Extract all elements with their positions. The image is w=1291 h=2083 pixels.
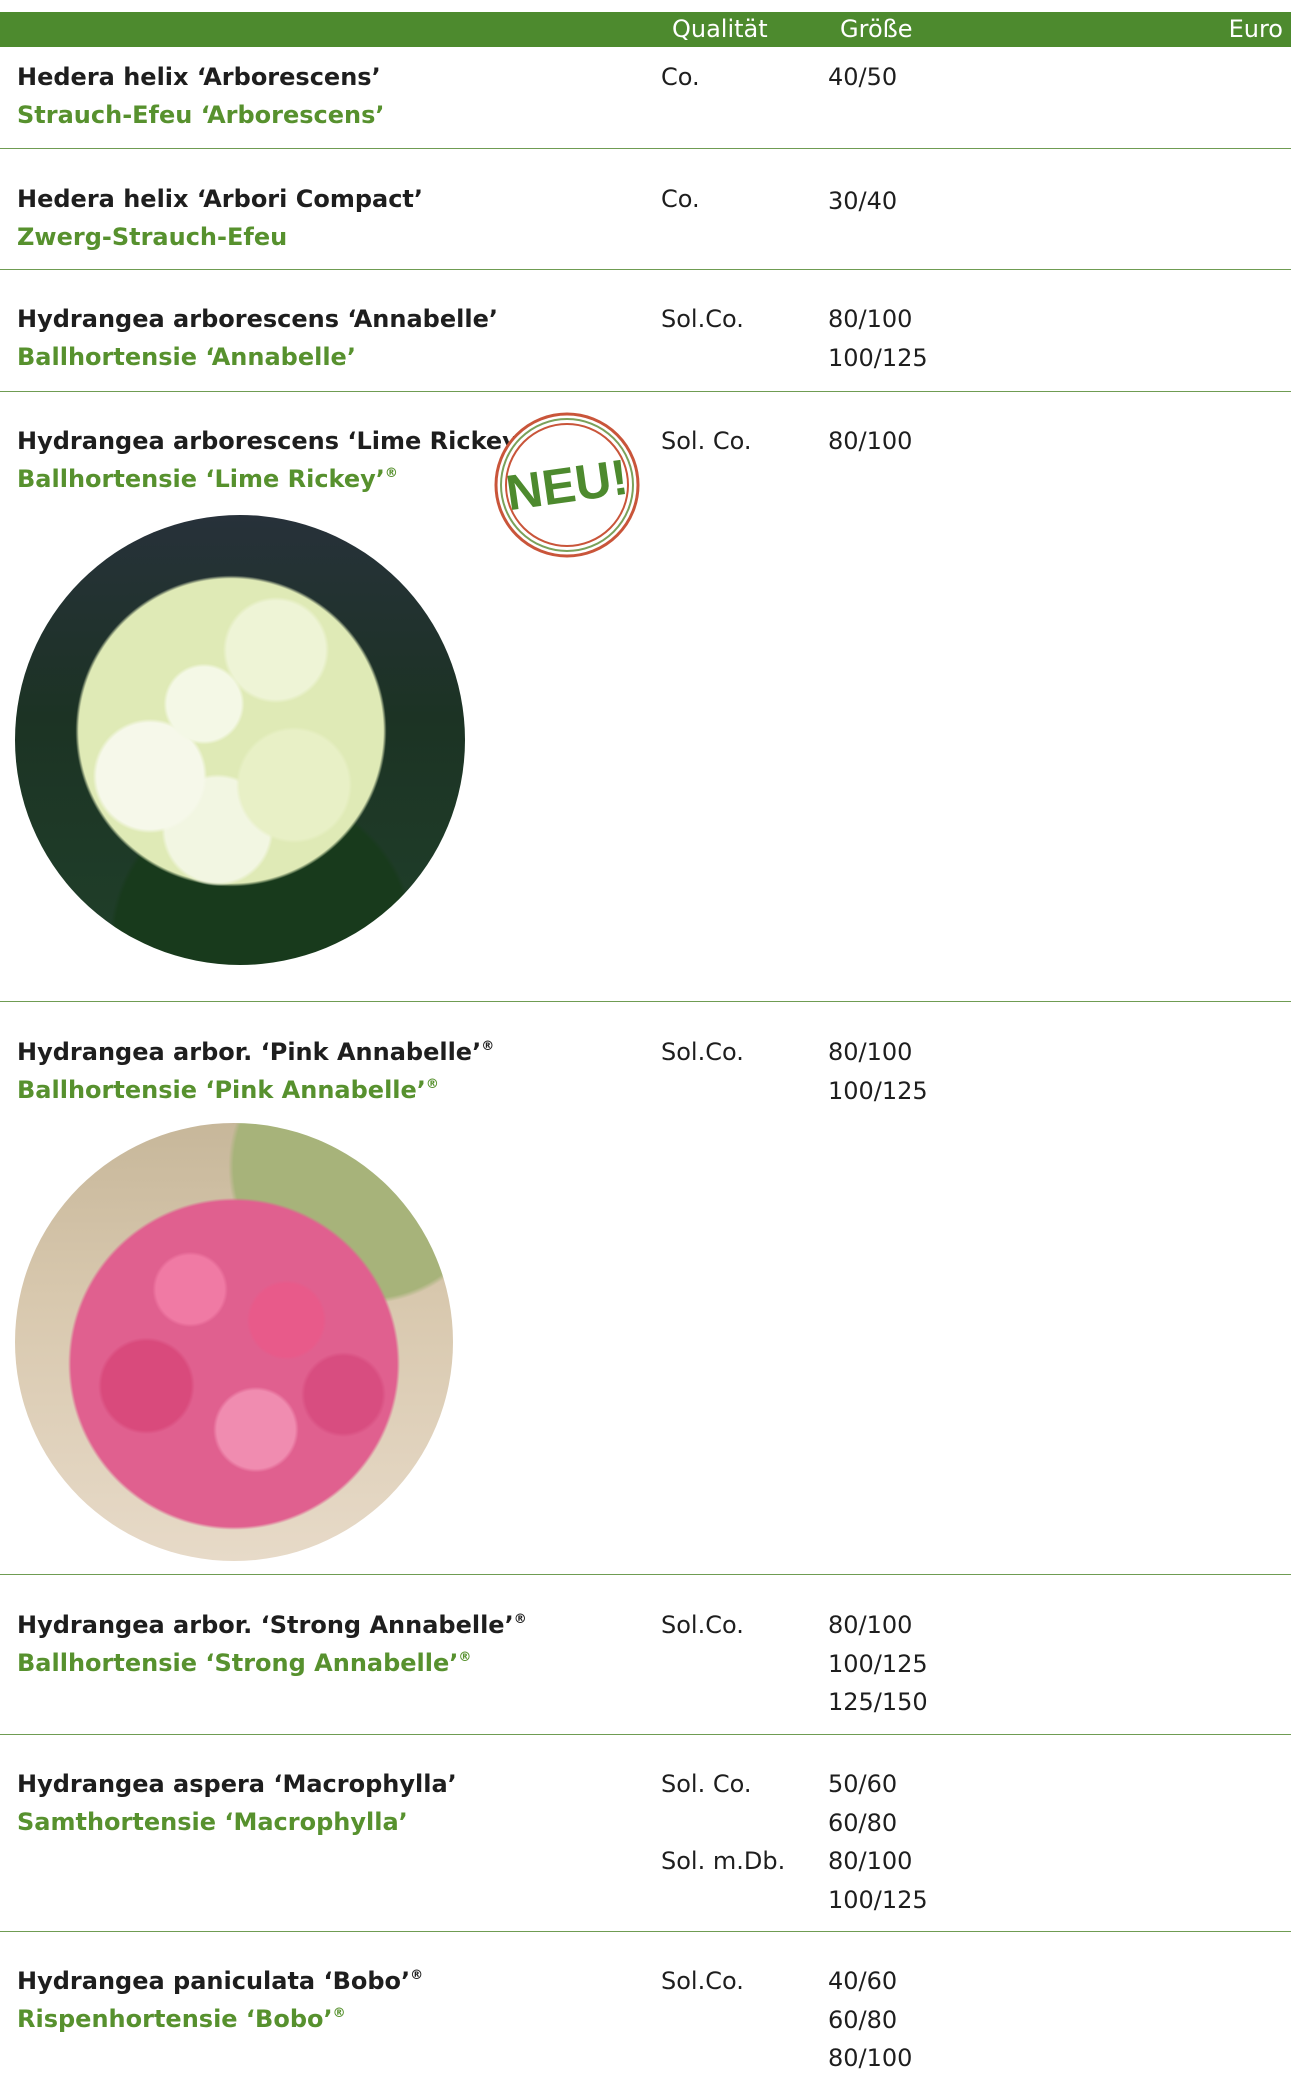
size-value: 40/50 bbox=[828, 63, 898, 91]
price-list-page: Qualität Größe Euro Hedera helix ‘Arbore… bbox=[0, 0, 1291, 2083]
size-value: 125/150 bbox=[828, 1688, 928, 1716]
row-divider bbox=[0, 1574, 1291, 1575]
common-name: Ballhortensie ‘Lime Rickey’® bbox=[17, 465, 398, 493]
quality-value: Sol.Co. bbox=[661, 1038, 744, 1066]
size-value: 80/100 bbox=[828, 1847, 913, 1875]
registered-mark: ® bbox=[481, 1039, 495, 1054]
price-column-header: Euro bbox=[1228, 15, 1283, 43]
quality-value: Sol.Co. bbox=[661, 1967, 744, 1995]
size-value: 80/100 bbox=[828, 2044, 913, 2072]
size-value: 80/100 bbox=[828, 1038, 913, 1066]
size-value: 80/100 bbox=[828, 1611, 913, 1639]
size-value: 100/125 bbox=[828, 1649, 928, 1678]
botanical-name: Hydrangea arbor. ‘Strong Annabelle’® bbox=[17, 1611, 527, 1639]
registered-mark: ® bbox=[425, 1077, 439, 1092]
size-value: 40/60 bbox=[828, 1967, 898, 1995]
size-value: 100/125 bbox=[828, 1885, 928, 1914]
quality-column-header: Qualität bbox=[672, 15, 768, 43]
size-value: 60/80 bbox=[828, 1808, 898, 1837]
size-value: 80/100 bbox=[828, 305, 913, 333]
quality-value: Sol. Co. bbox=[661, 1770, 752, 1798]
botanical-name: Hydrangea aspera ‘Macrophylla’ bbox=[17, 1770, 457, 1798]
registered-mark: ® bbox=[458, 1650, 472, 1665]
row-divider bbox=[0, 1734, 1291, 1735]
size-value: 30/40 bbox=[828, 187, 898, 215]
quality-value: Co. bbox=[661, 63, 700, 91]
size-value: 100/125 bbox=[828, 1076, 928, 1105]
botanical-name: Hydrangea arbor. ‘Pink Annabelle’® bbox=[17, 1038, 495, 1066]
table-header: Qualität Größe Euro bbox=[0, 12, 1291, 47]
row-divider bbox=[0, 391, 1291, 392]
size-value: 50/60 bbox=[828, 1770, 898, 1798]
registered-mark: ® bbox=[410, 1968, 424, 1983]
botanical-name: Hydrangea paniculata ‘Bobo’® bbox=[17, 1967, 424, 1995]
botanical-name: Hydrangea arborescens ‘Annabelle’ bbox=[17, 305, 498, 333]
row-divider bbox=[0, 1001, 1291, 1002]
pink-hydrangea-photo bbox=[15, 1123, 453, 1561]
quality-value: Sol.Co. bbox=[661, 305, 744, 333]
common-name: Ballhortensie ‘Strong Annabelle’® bbox=[17, 1649, 472, 1677]
size-value: 80/100 bbox=[828, 427, 913, 455]
size-value: 100/125 bbox=[828, 343, 928, 372]
common-name: Ballhortensie ‘Annabelle’ bbox=[17, 343, 356, 371]
common-name: Ballhortensie ‘Pink Annabelle’® bbox=[17, 1076, 439, 1104]
row-divider bbox=[0, 1931, 1291, 1932]
quality-value: Sol. m.Db. bbox=[661, 1847, 786, 1875]
common-name: Zwerg-Strauch-Efeu bbox=[17, 223, 288, 251]
common-name: Strauch-Efeu ‘Arborescens’ bbox=[17, 101, 385, 129]
quality-value: Co. bbox=[661, 185, 700, 213]
size-column-header: Größe bbox=[840, 15, 913, 43]
common-name: Rispenhortensie ‘Bobo’® bbox=[17, 2005, 346, 2033]
botanical-name: Hedera helix ‘Arbori Compact’ bbox=[17, 185, 424, 213]
row-divider bbox=[0, 269, 1291, 270]
quality-value: Sol.Co. bbox=[661, 1611, 744, 1639]
white-hydrangea-photo bbox=[15, 515, 465, 965]
new-badge: NEU! bbox=[494, 412, 640, 558]
botanical-name: Hydrangea arborescens ‘Lime Rickey’® bbox=[17, 422, 540, 460]
size-value: 60/80 bbox=[828, 2005, 898, 2034]
registered-mark: ® bbox=[513, 1612, 527, 1627]
quality-value: Sol. Co. bbox=[661, 427, 752, 455]
common-name: Samthortensie ‘Macrophylla’ bbox=[17, 1808, 408, 1836]
registered-mark: ® bbox=[332, 2006, 346, 2021]
botanical-name: Hedera helix ‘Arborescens’ bbox=[17, 63, 381, 91]
row-divider bbox=[0, 148, 1291, 149]
registered-mark: ® bbox=[384, 466, 398, 481]
